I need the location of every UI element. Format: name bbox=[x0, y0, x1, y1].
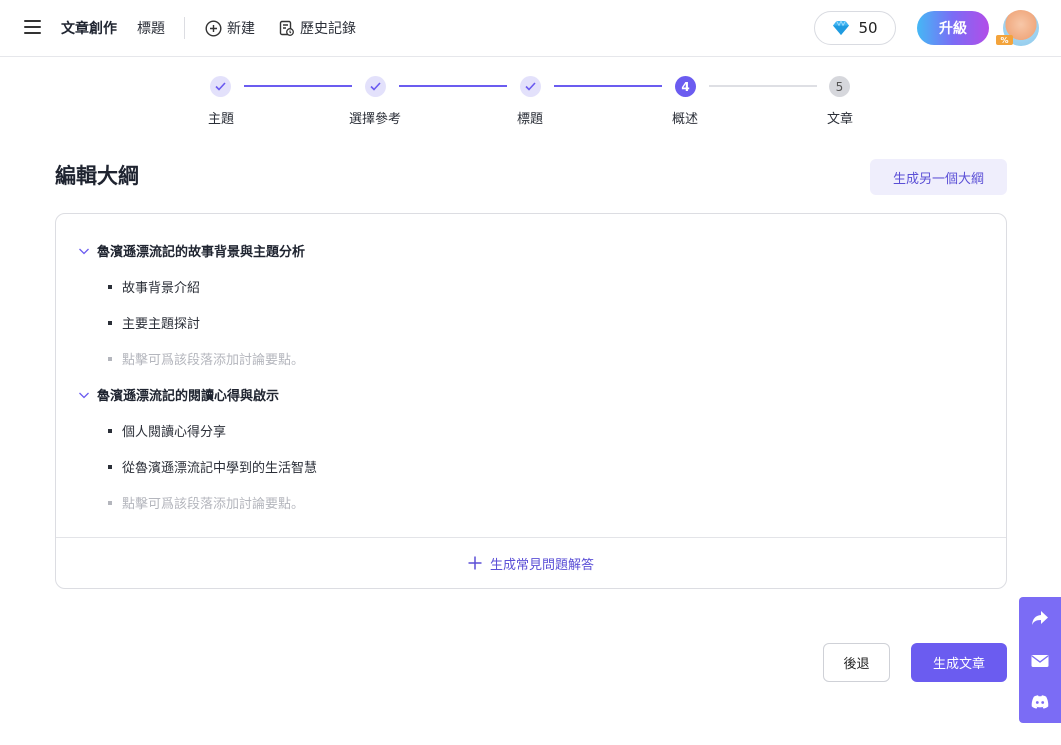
add-point-placeholder-text: 點擊可爲該段落添加討論要點。 bbox=[122, 353, 305, 368]
generate-faq-label: 生成常見問題解答 bbox=[489, 557, 594, 573]
outline-section-heading[interactable]: 魯濱遜漂流記的故事背景與主題分析 bbox=[78, 241, 305, 260]
current-tool-tab[interactable]: 標題 bbox=[137, 18, 165, 38]
outline-point-text: 故事背景介紹 bbox=[122, 281, 201, 296]
plus-circle-icon bbox=[205, 19, 222, 37]
outline-point-text: 主要主題探討 bbox=[122, 317, 201, 332]
regenerate-outline-button[interactable]: 生成另一個大綱 bbox=[870, 159, 1007, 195]
section-heading-text: 魯濱遜漂流記的故事背景與主題分析 bbox=[97, 245, 306, 260]
top-header: 文章創作 標題 新建 歷史記錄 50 升級 % bbox=[0, 0, 1061, 57]
outline-point-text: 從魯濱遜漂流記中學到的生活智慧 bbox=[122, 461, 318, 476]
outline-point[interactable]: 個人閱讀心得分享 bbox=[108, 421, 226, 440]
generate-article-button[interactable]: 生成文章 bbox=[911, 643, 1007, 682]
step-4-number: 4 bbox=[675, 76, 696, 97]
upgrade-button[interactable]: 升級 bbox=[917, 11, 989, 45]
step-connector bbox=[244, 85, 352, 87]
step-label-outline: 概述 bbox=[671, 112, 698, 127]
add-point-placeholder-text: 點擊可爲該段落添加討論要點。 bbox=[122, 497, 305, 512]
outline-point-text: 個人閱讀心得分享 bbox=[122, 425, 227, 440]
share-icon[interactable] bbox=[1030, 608, 1050, 628]
gem-balance[interactable]: 50 bbox=[814, 11, 896, 45]
outline-point[interactable]: 故事背景介紹 bbox=[108, 277, 200, 296]
history-doc-icon bbox=[279, 20, 294, 36]
step-3-check-icon bbox=[520, 76, 541, 97]
add-point-placeholder[interactable]: 點擊可爲該段落添加討論要點。 bbox=[108, 493, 304, 512]
outline-point[interactable]: 從魯濱遜漂流記中學到的生活智慧 bbox=[108, 457, 317, 476]
gem-count: 50 bbox=[858, 19, 878, 37]
avatar-badge: % bbox=[996, 35, 1013, 45]
floating-side-bar bbox=[1019, 597, 1061, 723]
discord-icon[interactable] bbox=[1030, 692, 1050, 712]
step-1-check-icon bbox=[210, 76, 231, 97]
section-heading-text: 魯濱遜漂流記的閱讀心得與啟示 bbox=[97, 389, 280, 404]
chevron-down-icon[interactable] bbox=[78, 389, 90, 401]
step-label-title: 標題 bbox=[516, 112, 543, 127]
step-label-article: 文章 bbox=[826, 112, 853, 127]
new-button-label: 新建 bbox=[227, 21, 255, 37]
step-label-references: 選擇參考 bbox=[348, 112, 401, 127]
chevron-down-icon[interactable] bbox=[78, 245, 90, 257]
step-connector bbox=[709, 85, 817, 87]
header-divider bbox=[184, 17, 185, 39]
history-button[interactable]: 歷史記錄 bbox=[278, 18, 356, 38]
step-2-check-icon bbox=[365, 76, 386, 97]
add-point-placeholder[interactable]: 點擊可爲該段落添加討論要點。 bbox=[108, 349, 304, 368]
step-connector bbox=[554, 85, 662, 87]
outline-section-heading[interactable]: 魯濱遜漂流記的閱讀心得與啟示 bbox=[78, 385, 279, 404]
back-button[interactable]: 後退 bbox=[823, 643, 890, 682]
mail-icon[interactable] bbox=[1030, 651, 1050, 671]
new-button[interactable]: 新建 bbox=[205, 18, 255, 38]
step-5-number: 5 bbox=[829, 76, 850, 97]
history-button-label: 歷史記錄 bbox=[300, 21, 356, 37]
step-connector bbox=[399, 85, 507, 87]
outline-point[interactable]: 主要主題探討 bbox=[108, 313, 200, 332]
step-label-topic: 主題 bbox=[207, 112, 234, 127]
hamburger-menu-icon[interactable] bbox=[24, 20, 41, 34]
plus-icon bbox=[468, 556, 482, 570]
diamond-icon bbox=[833, 20, 850, 35]
page-title: 編輯大綱 bbox=[55, 164, 139, 188]
generate-faq-button[interactable]: 生成常見問題解答 bbox=[56, 538, 1006, 588]
app-title: 文章創作 bbox=[61, 21, 117, 37]
outline-card: 魯濱遜漂流記的故事背景與主題分析 故事背景介紹 主要主題探討 點擊可爲該段落添加… bbox=[55, 213, 1007, 589]
